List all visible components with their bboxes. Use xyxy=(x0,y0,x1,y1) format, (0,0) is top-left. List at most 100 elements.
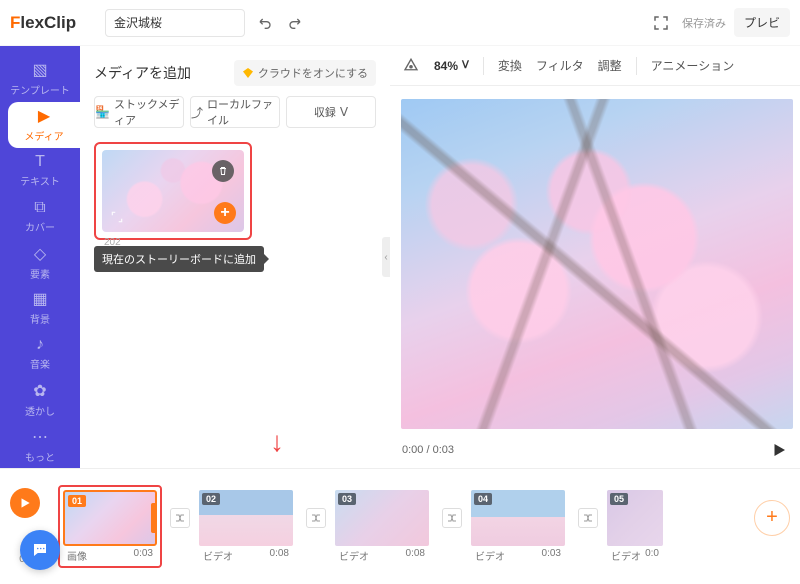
tab-record[interactable]: 収録 ᐯ xyxy=(286,96,376,128)
chevron-down-icon: ᐯ xyxy=(462,60,469,71)
sidebar-item-label: メディア xyxy=(24,128,63,143)
zoom-dropdown[interactable]: 84% ᐯ xyxy=(434,59,469,73)
background-icon: ▦ xyxy=(32,289,47,309)
redo-button[interactable] xyxy=(281,10,307,36)
zoom-value: 84% xyxy=(434,59,458,73)
clip-type: ビデオ xyxy=(611,548,641,563)
sidebar-item-label: 音楽 xyxy=(30,356,50,371)
saved-status: 保存済み xyxy=(682,15,726,31)
clip-duration: 0:0 xyxy=(645,548,659,563)
media-panel: メディアを追加 クラウドをオンにする 🏪 ストックメディア ⤴ローカルファイル 収… xyxy=(80,46,390,468)
clip-trim-handle[interactable] xyxy=(151,503,157,533)
panel-collapse-handle[interactable]: ‹ xyxy=(382,237,390,277)
clip-type: ビデオ xyxy=(203,548,233,563)
canvas[interactable] xyxy=(401,99,793,429)
expand-icon xyxy=(110,210,124,224)
transition-icon xyxy=(582,512,594,524)
tool-transform[interactable]: 変換 xyxy=(498,57,522,74)
delete-media-button[interactable] xyxy=(212,160,234,182)
separator xyxy=(636,57,637,75)
template-icon: ▧ xyxy=(32,60,47,80)
clip-thumbnail[interactable]: 02 xyxy=(199,490,293,546)
transition-button-3[interactable] xyxy=(442,508,462,528)
undo-redo-group xyxy=(253,10,307,36)
upload-icon: ⤴ xyxy=(191,104,203,121)
play-icon xyxy=(18,496,32,510)
sidebar-item-label: 要素 xyxy=(30,266,50,281)
tool-adjust[interactable]: 調整 xyxy=(598,57,622,74)
timeline-play-button[interactable] xyxy=(10,488,40,518)
trash-icon xyxy=(217,165,229,177)
palette-icon[interactable] xyxy=(402,57,420,75)
clip-4[interactable]: 04 ビデオ0:03 xyxy=(466,485,570,568)
clip-footer: 画像 0:03 xyxy=(63,546,157,563)
time-display: 0:00 / 0:03 xyxy=(402,444,454,456)
logo-prefix: F xyxy=(10,13,20,33)
preview-area: ‹ 84%ᐯ 変換 フィルタ 調整 アニメーション 0:00 / 0:03 xyxy=(390,46,800,468)
sidebar-item-text[interactable]: Tテキスト xyxy=(0,148,80,194)
tab-stock-media[interactable]: 🏪 ストックメディア xyxy=(94,96,184,128)
tool-animation[interactable]: アニメーション xyxy=(651,57,735,74)
sidebar-item-watermark[interactable]: ✿透かし xyxy=(0,376,80,422)
clip-thumbnail[interactable]: 03 xyxy=(335,490,429,546)
clip-2[interactable]: 02 ビデオ0:08 xyxy=(194,485,298,568)
clip-1[interactable]: 01 画像 0:03 xyxy=(58,485,162,568)
chat-icon xyxy=(31,541,49,559)
clip-5[interactable]: 05 ビデオ 0:0 xyxy=(602,485,668,568)
fullscreen-button[interactable] xyxy=(648,10,674,36)
sidebar-item-elements[interactable]: ◇ 要素 xyxy=(0,239,80,285)
clip-3[interactable]: 03 ビデオ0:08 xyxy=(330,485,434,568)
add-clip-button[interactable]: + xyxy=(754,500,790,536)
tab-label: 収録 xyxy=(314,104,336,120)
clip-number-badge: 03 xyxy=(338,493,356,505)
clip-thumbnail[interactable]: 01 xyxy=(63,490,157,546)
sidebar-item-templates[interactable]: ▧ テンプレート xyxy=(0,56,80,102)
chevron-down-icon: ᐯ xyxy=(340,105,348,119)
play-button[interactable] xyxy=(770,441,788,459)
panel-title: メディアを追加 xyxy=(94,63,191,83)
undo-button[interactable] xyxy=(253,10,279,36)
tab-local-file[interactable]: ⤴ローカルファイル xyxy=(190,96,280,128)
top-bar: FlexClip 保存済み プレビ xyxy=(0,0,800,46)
watermark-icon: ✿ xyxy=(33,381,46,401)
panel-header: メディアを追加 クラウドをオンにする xyxy=(94,60,376,86)
clip-type: 画像 xyxy=(67,548,87,563)
sidebar-item-label: カバー xyxy=(25,219,55,234)
clip-thumbnail[interactable]: 04 xyxy=(471,490,565,546)
elements-icon: ◇ xyxy=(34,244,46,264)
sidebar-item-music[interactable]: ♪音楽 xyxy=(0,331,80,377)
transition-icon xyxy=(446,512,458,524)
transition-button-2[interactable] xyxy=(306,508,326,528)
sidebar-item-media[interactable]: ▶メディア xyxy=(8,102,80,148)
clip-number-badge: 04 xyxy=(474,493,492,505)
chat-support-button[interactable] xyxy=(20,530,60,570)
sidebar-item-label: もっと xyxy=(25,449,55,464)
tool-filter[interactable]: フィルタ xyxy=(536,57,584,74)
clip-duration: 0:03 xyxy=(134,548,153,563)
media-thumbnail-highlight: + 202 xyxy=(94,142,252,240)
text-icon: T xyxy=(35,153,45,171)
sidebar-item-more[interactable]: ⋯もっと xyxy=(0,422,80,468)
main: ▧ テンプレート ▶メディア Tテキスト ⧉ カバー ◇ 要素 ▦背景 ♪音楽 ✿透か… xyxy=(0,46,800,468)
transition-icon xyxy=(310,512,322,524)
sidebar-item-label: テンプレート xyxy=(10,82,70,97)
transition-button-4[interactable] xyxy=(578,508,598,528)
project-title-input[interactable] xyxy=(105,9,245,37)
canvas-toolbar: 84% ᐯ 変換 フィルタ 調整 アニメーション xyxy=(390,46,800,86)
add-to-storyboard-button[interactable]: + xyxy=(214,202,236,224)
cloud-toggle-label: クラウドをオンにする xyxy=(258,65,368,81)
clip-thumbnail[interactable]: 05 xyxy=(607,490,663,546)
transition-button-1[interactable] xyxy=(170,508,190,528)
sidebar-item-cover[interactable]: ⧉ カバー xyxy=(0,193,80,239)
clip-number-badge: 05 xyxy=(610,493,628,505)
cloud-toggle-button[interactable]: クラウドをオンにする xyxy=(234,60,376,86)
media-thumbnail[interactable]: + xyxy=(102,150,244,232)
preview-button[interactable]: プレビ xyxy=(734,8,790,37)
tab-label: ストックメディア xyxy=(114,96,183,128)
cover-icon: ⧉ xyxy=(34,199,45,217)
transition-icon xyxy=(174,512,186,524)
separator xyxy=(483,57,484,75)
clip-type: ビデオ xyxy=(475,548,505,563)
sidebar-item-background[interactable]: ▦背景 xyxy=(0,285,80,331)
store-icon: 🏪 xyxy=(95,105,110,119)
